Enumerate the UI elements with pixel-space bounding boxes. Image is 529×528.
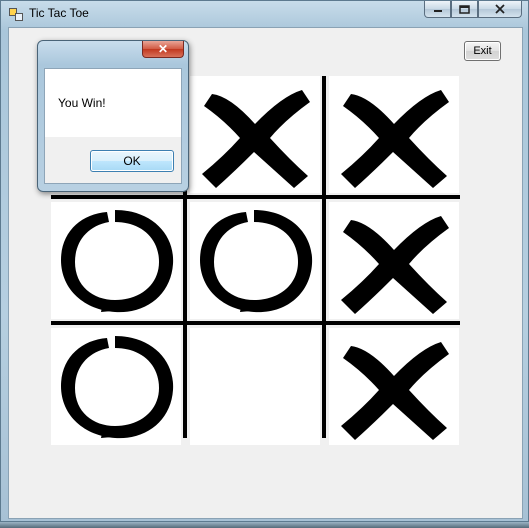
maximize-button[interactable] [451,1,478,18]
minimize-icon [433,10,442,12]
grid-line-vertical-2 [322,76,326,438]
grid-line-horizontal-2 [51,321,460,325]
board-cell-r3-c2[interactable] [190,328,320,445]
close-button[interactable] [478,1,522,18]
close-icon [495,4,505,14]
grid-line-horizontal-1 [51,195,460,199]
board-cell-r3-c1[interactable] [51,328,181,445]
window-title: Tic Tac Toe [29,6,89,20]
dialog-close-button[interactable]: ✕ [142,41,184,58]
o-mark-icon [61,336,174,439]
board-cell-r2-c1[interactable] [51,202,181,319]
board-cell-r3-c3[interactable] [329,328,459,445]
ok-button[interactable]: OK [90,150,174,172]
close-icon: ✕ [157,42,169,56]
maximize-icon [459,4,470,14]
o-mark-icon [61,210,174,313]
x-mark-icon [202,90,310,188]
title-bar[interactable]: Tic Tac Toe [1,1,528,27]
x-mark-icon [341,342,449,440]
message-dialog: ✕ You Win! OK [37,40,189,192]
board-cell-r1-c2[interactable] [190,76,320,193]
dialog-body: You Win! OK [44,68,182,184]
board-cell-r1-c3[interactable] [329,76,459,193]
x-mark-icon [341,90,449,188]
board-cell-r2-c2[interactable] [190,202,320,319]
caption-buttons [424,1,522,19]
dialog-message: You Win! [58,96,106,110]
taskbar-edge [0,522,529,528]
app-icon [9,8,23,21]
minimize-button[interactable] [424,1,451,18]
o-mark-icon [200,210,313,313]
exit-button[interactable]: Exit [464,41,501,61]
x-mark-icon [341,216,449,314]
board-cell-r2-c3[interactable] [329,202,459,319]
